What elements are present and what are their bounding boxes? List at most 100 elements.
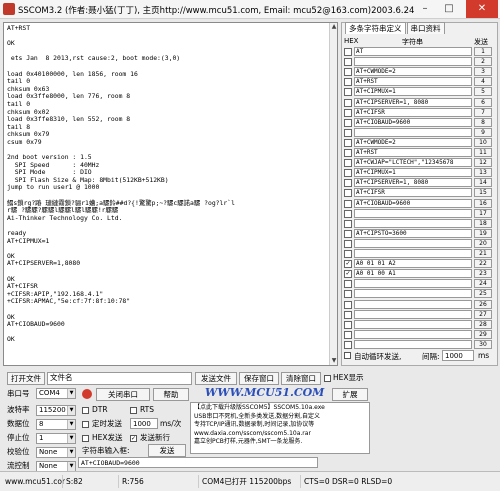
send-row-button[interactable]: 11 [474, 148, 492, 157]
string-field[interactable]: AT+CIPMUX=1 [354, 168, 472, 178]
hex-checkbox[interactable] [344, 159, 352, 168]
log-scrollbar[interactable]: ▲ ▼ [329, 23, 337, 365]
send-row-button[interactable]: 4 [474, 77, 492, 87]
clear-window-button[interactable]: 清除窗口 [281, 372, 321, 385]
hex-checkbox[interactable] [344, 199, 352, 208]
send-row-button[interactable]: 26 [474, 299, 492, 309]
string-field[interactable] [354, 309, 472, 319]
hex-checkbox[interactable] [344, 78, 352, 87]
send-row-button[interactable]: 9 [474, 127, 492, 137]
send-row-button[interactable]: 29 [474, 329, 492, 339]
hex-checkbox[interactable] [344, 189, 352, 198]
send-row-button[interactable]: 14 [474, 178, 492, 188]
hex-checkbox[interactable] [344, 118, 352, 127]
string-field[interactable]: AT+CWMODE=2 [354, 137, 472, 147]
hex-checkbox[interactable] [344, 179, 352, 188]
help-button[interactable]: 帮助 [153, 388, 189, 401]
save-window-button[interactable]: 保存窗口 [239, 372, 279, 385]
send-row-button[interactable]: 8 [474, 117, 492, 127]
open-file-button[interactable]: 打开文件 [7, 372, 45, 385]
string-field[interactable]: AT+CIPSERVER=1, 8080 [354, 97, 472, 107]
hex-checkbox[interactable] [344, 320, 352, 329]
send-row-button[interactable]: 13 [474, 168, 492, 178]
string-field[interactable] [354, 249, 472, 258]
timed-send-checkbox[interactable] [82, 421, 89, 428]
send-row-button[interactable]: 12 [474, 158, 492, 168]
hex-checkbox[interactable] [344, 330, 352, 339]
string-field[interactable]: AT+CIPSERVER=1, 8080 [354, 178, 472, 188]
hex-checkbox[interactable] [344, 219, 352, 228]
hex-checkbox[interactable] [344, 169, 352, 178]
string-field[interactable]: AT+CIFSR [354, 107, 472, 117]
send-row-button[interactable]: 25 [474, 289, 492, 299]
scroll-down-icon[interactable]: ▼ [330, 357, 338, 365]
hex-checkbox[interactable] [344, 108, 352, 117]
string-field[interactable] [354, 279, 472, 289]
string-field[interactable] [354, 289, 472, 299]
tab-multi-string[interactable]: 多条字符串定义 [345, 22, 406, 34]
setting-select[interactable]: 1 ▼ [36, 433, 76, 444]
string-field[interactable]: AT+CWMODE=2 [354, 67, 472, 77]
string-field[interactable]: AT+CIOBAUD=9600 [354, 198, 472, 208]
string-field[interactable] [354, 238, 472, 248]
setting-select[interactable]: 8 ▼ [36, 419, 76, 430]
string-field[interactable] [354, 339, 472, 349]
close-button[interactable]: ✕ [466, 0, 498, 18]
scroll-up-icon[interactable]: ▲ [330, 23, 338, 31]
hex-checkbox[interactable] [344, 68, 352, 77]
send-row-button[interactable]: 10 [474, 137, 492, 147]
rts-checkbox[interactable] [130, 407, 137, 414]
string-field[interactable]: AT+CIPMUX=1 [354, 87, 472, 97]
send-row-button[interactable]: 19 [474, 228, 492, 238]
send-row-button[interactable]: 2 [474, 57, 492, 67]
hex-send-checkbox[interactable] [82, 435, 89, 442]
setting-select[interactable]: None ▼ [36, 447, 76, 458]
hex-checkbox[interactable]: ✓ [344, 270, 352, 279]
hex-checkbox[interactable] [344, 58, 352, 67]
string-field[interactable] [354, 127, 472, 137]
send-row-button[interactable]: 28 [474, 319, 492, 329]
hex-checkbox[interactable] [344, 300, 352, 309]
send-input[interactable]: AT+CIOBAUD=9600 [78, 457, 318, 468]
send-row-button[interactable]: 16 [474, 198, 492, 208]
send-row-button[interactable]: 17 [474, 208, 492, 218]
minimize-button[interactable]: – [414, 0, 436, 18]
string-field[interactable]: A0 01 00 A1 [354, 269, 472, 279]
string-field[interactable] [354, 57, 472, 67]
send-row-button[interactable]: 21 [474, 249, 492, 258]
filename-field[interactable]: 文件名 [47, 372, 192, 385]
string-field[interactable]: AT [354, 47, 472, 56]
setting-select[interactable]: 115200 ▼ [36, 405, 76, 416]
send-row-button[interactable]: 7 [474, 107, 492, 117]
hex-checkbox[interactable] [344, 128, 352, 137]
send-row-button[interactable]: 23 [474, 269, 492, 279]
hex-checkbox[interactable] [344, 310, 352, 319]
send-row-button[interactable]: 18 [474, 218, 492, 228]
hex-checkbox[interactable] [344, 250, 352, 258]
loop-send-checkbox[interactable] [344, 352, 351, 359]
hex-checkbox[interactable] [344, 98, 352, 107]
string-field[interactable]: AT+CIOBAUD=9600 [354, 117, 472, 127]
string-field[interactable]: AT+CIPSTO=3600 [354, 228, 472, 238]
send-row-button[interactable]: 1 [474, 47, 492, 56]
hex-checkbox[interactable] [344, 88, 352, 97]
hex-checkbox[interactable] [344, 209, 352, 218]
upgrade-ad[interactable]: 【点此下载升级版SSCOM5】SSCOM5.10a.exe USB串口不死机,全新… [190, 402, 370, 454]
hex-checkbox[interactable]: ✓ [344, 260, 352, 269]
send-row-button[interactable]: 24 [474, 279, 492, 289]
send-newline-checkbox[interactable]: ✓ [130, 435, 137, 442]
interval-input[interactable]: 1000 [442, 350, 474, 361]
close-port-button[interactable]: 关闭串口 [96, 388, 150, 401]
hex-checkbox[interactable] [344, 229, 352, 238]
send-row-button[interactable]: 15 [474, 188, 492, 198]
string-field[interactable]: AT+RST [354, 148, 472, 157]
send-row-button[interactable]: 27 [474, 309, 492, 319]
string-field[interactable] [354, 218, 472, 228]
hex-checkbox[interactable] [344, 48, 352, 56]
send-button[interactable]: 发送 [148, 444, 186, 457]
string-field[interactable] [354, 299, 472, 309]
string-field[interactable] [354, 208, 472, 218]
string-field[interactable]: AT+RST [354, 77, 472, 87]
send-row-button[interactable]: 30 [474, 339, 492, 349]
port-select[interactable]: COM4 ▼ [36, 388, 76, 399]
